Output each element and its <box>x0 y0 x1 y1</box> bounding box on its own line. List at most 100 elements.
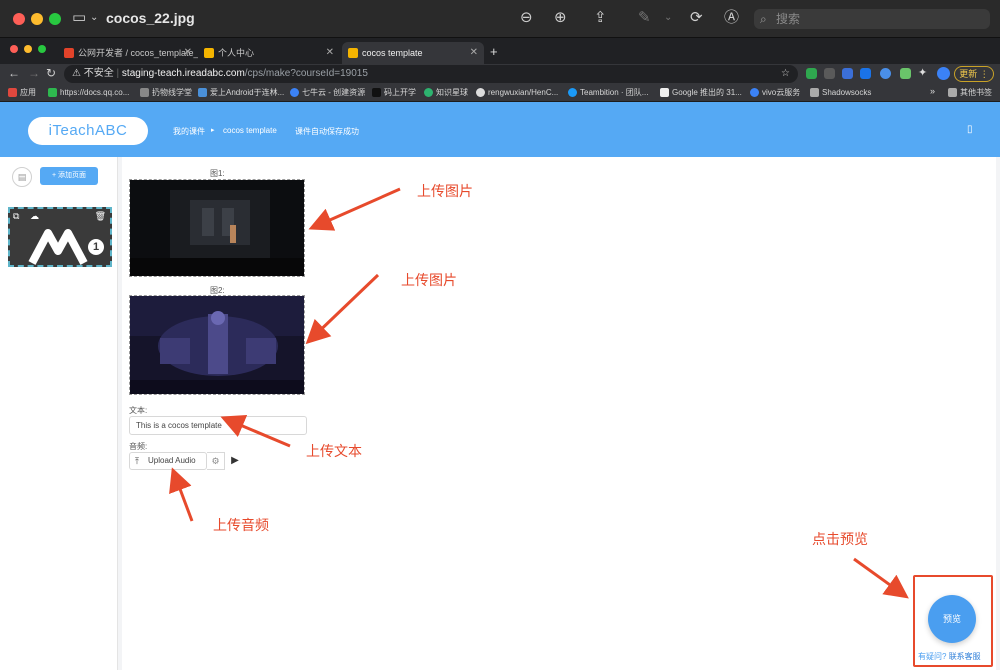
tab-cocos-template[interactable]: cocos template ✕ <box>342 42 484 64</box>
bookmark-item[interactable]: https://docs.qq.co... <box>48 87 129 99</box>
bookmark-item[interactable]: vivo云服务 <box>750 87 800 99</box>
folder-icon <box>948 88 957 97</box>
more-bookmarks-icon[interactable]: » <box>930 86 935 96</box>
extension-shield-icon[interactable] <box>824 68 835 79</box>
help-question-link[interactable]: 有疑问? <box>918 652 946 661</box>
page-thumbnail[interactable]: ⧉ ☁ 🗑 1 <box>8 207 112 267</box>
search-placeholder: 搜索 <box>776 12 801 26</box>
contact-support-link[interactable]: 联系客服 <box>949 652 981 661</box>
bookmark-icon <box>290 88 299 97</box>
app-logo[interactable]: iTeachABC <box>28 117 148 145</box>
trash-icon[interactable]: 🗑 <box>95 211 106 222</box>
warning-icon: ⚠ <box>72 68 81 79</box>
markup-pen-icon[interactable]: ✎ <box>638 9 651 27</box>
url-path: /cps/make?courseId=19015 <box>244 68 368 79</box>
arrow-upload-image-1 <box>308 187 401 231</box>
annotate-icon[interactable]: Ⓐ <box>724 9 739 27</box>
close-icon[interactable]: ✕ <box>326 42 334 64</box>
folder-icon <box>810 88 819 97</box>
copy-icon[interactable]: ⧉ <box>13 211 19 222</box>
zoom-window-button[interactable] <box>49 13 61 25</box>
arrow-click-preview <box>853 557 909 599</box>
annotation-arrows <box>169 187 909 599</box>
window-title: cocos_22.jpg <box>106 10 195 26</box>
close-window-button[interactable] <box>13 13 25 25</box>
extension-pin-icon[interactable] <box>860 68 871 79</box>
bookmark-icon <box>140 88 149 97</box>
bookmark-icon <box>660 88 669 97</box>
bookmark-item[interactable]: Shadowsocks <box>810 87 871 99</box>
bookmark-item[interactable]: 爱上Android于连林... <box>198 87 284 99</box>
preview-button[interactable]: 预览 <box>928 595 976 643</box>
my-courseware-link[interactable]: 我的课件 <box>173 126 205 137</box>
bookmark-item[interactable]: rengwuxian/HenC... <box>476 87 558 99</box>
browser-close-button[interactable] <box>10 45 18 53</box>
page-sidebar: ▤ + 添加页面 ⧉ ☁ 🗑 1 <box>0 157 118 670</box>
bookmark-item[interactable]: 扔物线学堂 <box>140 87 192 99</box>
puzzle-icon[interactable]: ✦ <box>918 66 927 79</box>
extension-proxy-icon[interactable] <box>880 68 891 79</box>
zoom-out-icon[interactable]: ⊖ <box>520 9 533 27</box>
address-bar[interactable]: ⚠ 不安全 | staging-teach.ireadabc.com/cps/m… <box>64 65 798 83</box>
close-icon[interactable]: ✕ <box>470 42 478 64</box>
bookmark-star-icon[interactable]: ☆ <box>781 65 790 83</box>
annotation-click-preview: 点击预览 <box>812 531 868 547</box>
extension-wechat-icon[interactable] <box>806 68 817 79</box>
tab-label: 个人中心 <box>218 48 255 58</box>
annotation-upload-image-2: 上传图片 <box>401 272 457 288</box>
bookmark-item[interactable]: 码上开学 <box>372 87 416 99</box>
template-logo-icon <box>28 229 88 265</box>
menu-icon[interactable]: ▯ <box>967 124 973 135</box>
tab-gitlab[interactable]: 公网开发者 / cocos_template_... ✕ <box>58 42 198 64</box>
breadcrumb-separator: ▸ <box>211 127 215 134</box>
chevron-down-icon[interactable]: ⌄ <box>664 9 672 27</box>
forward-icon[interactable]: → <box>28 66 40 80</box>
update-label: 更新 <box>959 69 978 79</box>
bookmark-item[interactable]: 七牛云 - 创建资源 <box>290 87 365 99</box>
extension-tool-icon[interactable] <box>900 68 911 79</box>
browser-zoom-button[interactable] <box>38 45 46 53</box>
share-icon[interactable]: ⇪ <box>594 9 607 27</box>
add-page-button[interactable]: + 添加页面 <box>40 167 98 185</box>
chevron-down-icon[interactable]: ⌄ <box>90 9 98 27</box>
rotate-icon[interactable]: ⟳ <box>690 9 703 27</box>
bookmark-icon <box>198 88 207 97</box>
annotation-upload-image-1: 上传图片 <box>417 183 473 199</box>
bookmark-apps[interactable]: 应用 <box>8 87 36 99</box>
sun-icon <box>204 48 214 58</box>
web-page: iTeachABC 我的课件 ▸ cocos template 课件自动保存成功… <box>0 102 1000 670</box>
apps-grid-icon <box>8 88 17 97</box>
bookmark-icon <box>48 88 57 97</box>
reload-icon[interactable]: ↻ <box>46 66 56 80</box>
sidebar-toggle-icon[interactable]: ▭ <box>72 9 86 27</box>
back-icon[interactable]: ← <box>8 66 20 80</box>
update-button[interactable]: 更新 ⋮ <box>954 66 994 82</box>
zoom-in-icon[interactable]: ⊕ <box>554 9 567 27</box>
profile-avatar[interactable] <box>937 67 950 80</box>
editor-panel: 图1: 图2: 文本: This is a cocos template 音频:… <box>122 157 996 670</box>
github-icon <box>476 88 485 97</box>
insecure-label: 不安全 <box>83 68 114 79</box>
bookmark-icon <box>750 88 759 97</box>
bookmark-item[interactable]: 知识星球 <box>424 87 468 99</box>
document-icon[interactable]: ▤ <box>12 167 32 187</box>
close-icon[interactable]: ✕ <box>184 42 192 64</box>
minimize-window-button[interactable] <box>31 13 43 25</box>
bookmark-item[interactable]: Teambition · 团队... <box>568 87 648 99</box>
bookmarks-bar: 应用 https://docs.qq.co... 扔物线学堂 爱上Android… <box>0 84 1000 102</box>
app-header: iTeachABC 我的课件 ▸ cocos template 课件自动保存成功… <box>0 102 1000 157</box>
extension-box-icon[interactable] <box>842 68 853 79</box>
help-links: 有疑问? 联系客服 <box>918 651 981 662</box>
tab-personal-center[interactable]: 个人中心 ✕ <box>198 42 340 64</box>
search-input[interactable]: ⌕ 搜索 <box>754 9 990 29</box>
annotation-upload-text: 上传文本 <box>306 443 362 459</box>
page-number-badge: 1 <box>88 239 104 255</box>
new-tab-icon[interactable]: + <box>490 44 498 59</box>
cloud-upload-icon[interactable]: ☁ <box>30 211 39 222</box>
browser-toolbar: ← → ↻ ⚠ 不安全 | staging-teach.ireadabc.com… <box>0 64 1000 84</box>
bookmark-other[interactable]: 其他书签 <box>948 87 992 99</box>
browser-minimize-button[interactable] <box>24 45 32 53</box>
tab-label: 公网开发者 / cocos_template_... <box>78 48 198 58</box>
bookmark-icon <box>424 88 433 97</box>
bookmark-item[interactable]: Google 推出的 31... <box>660 87 742 99</box>
